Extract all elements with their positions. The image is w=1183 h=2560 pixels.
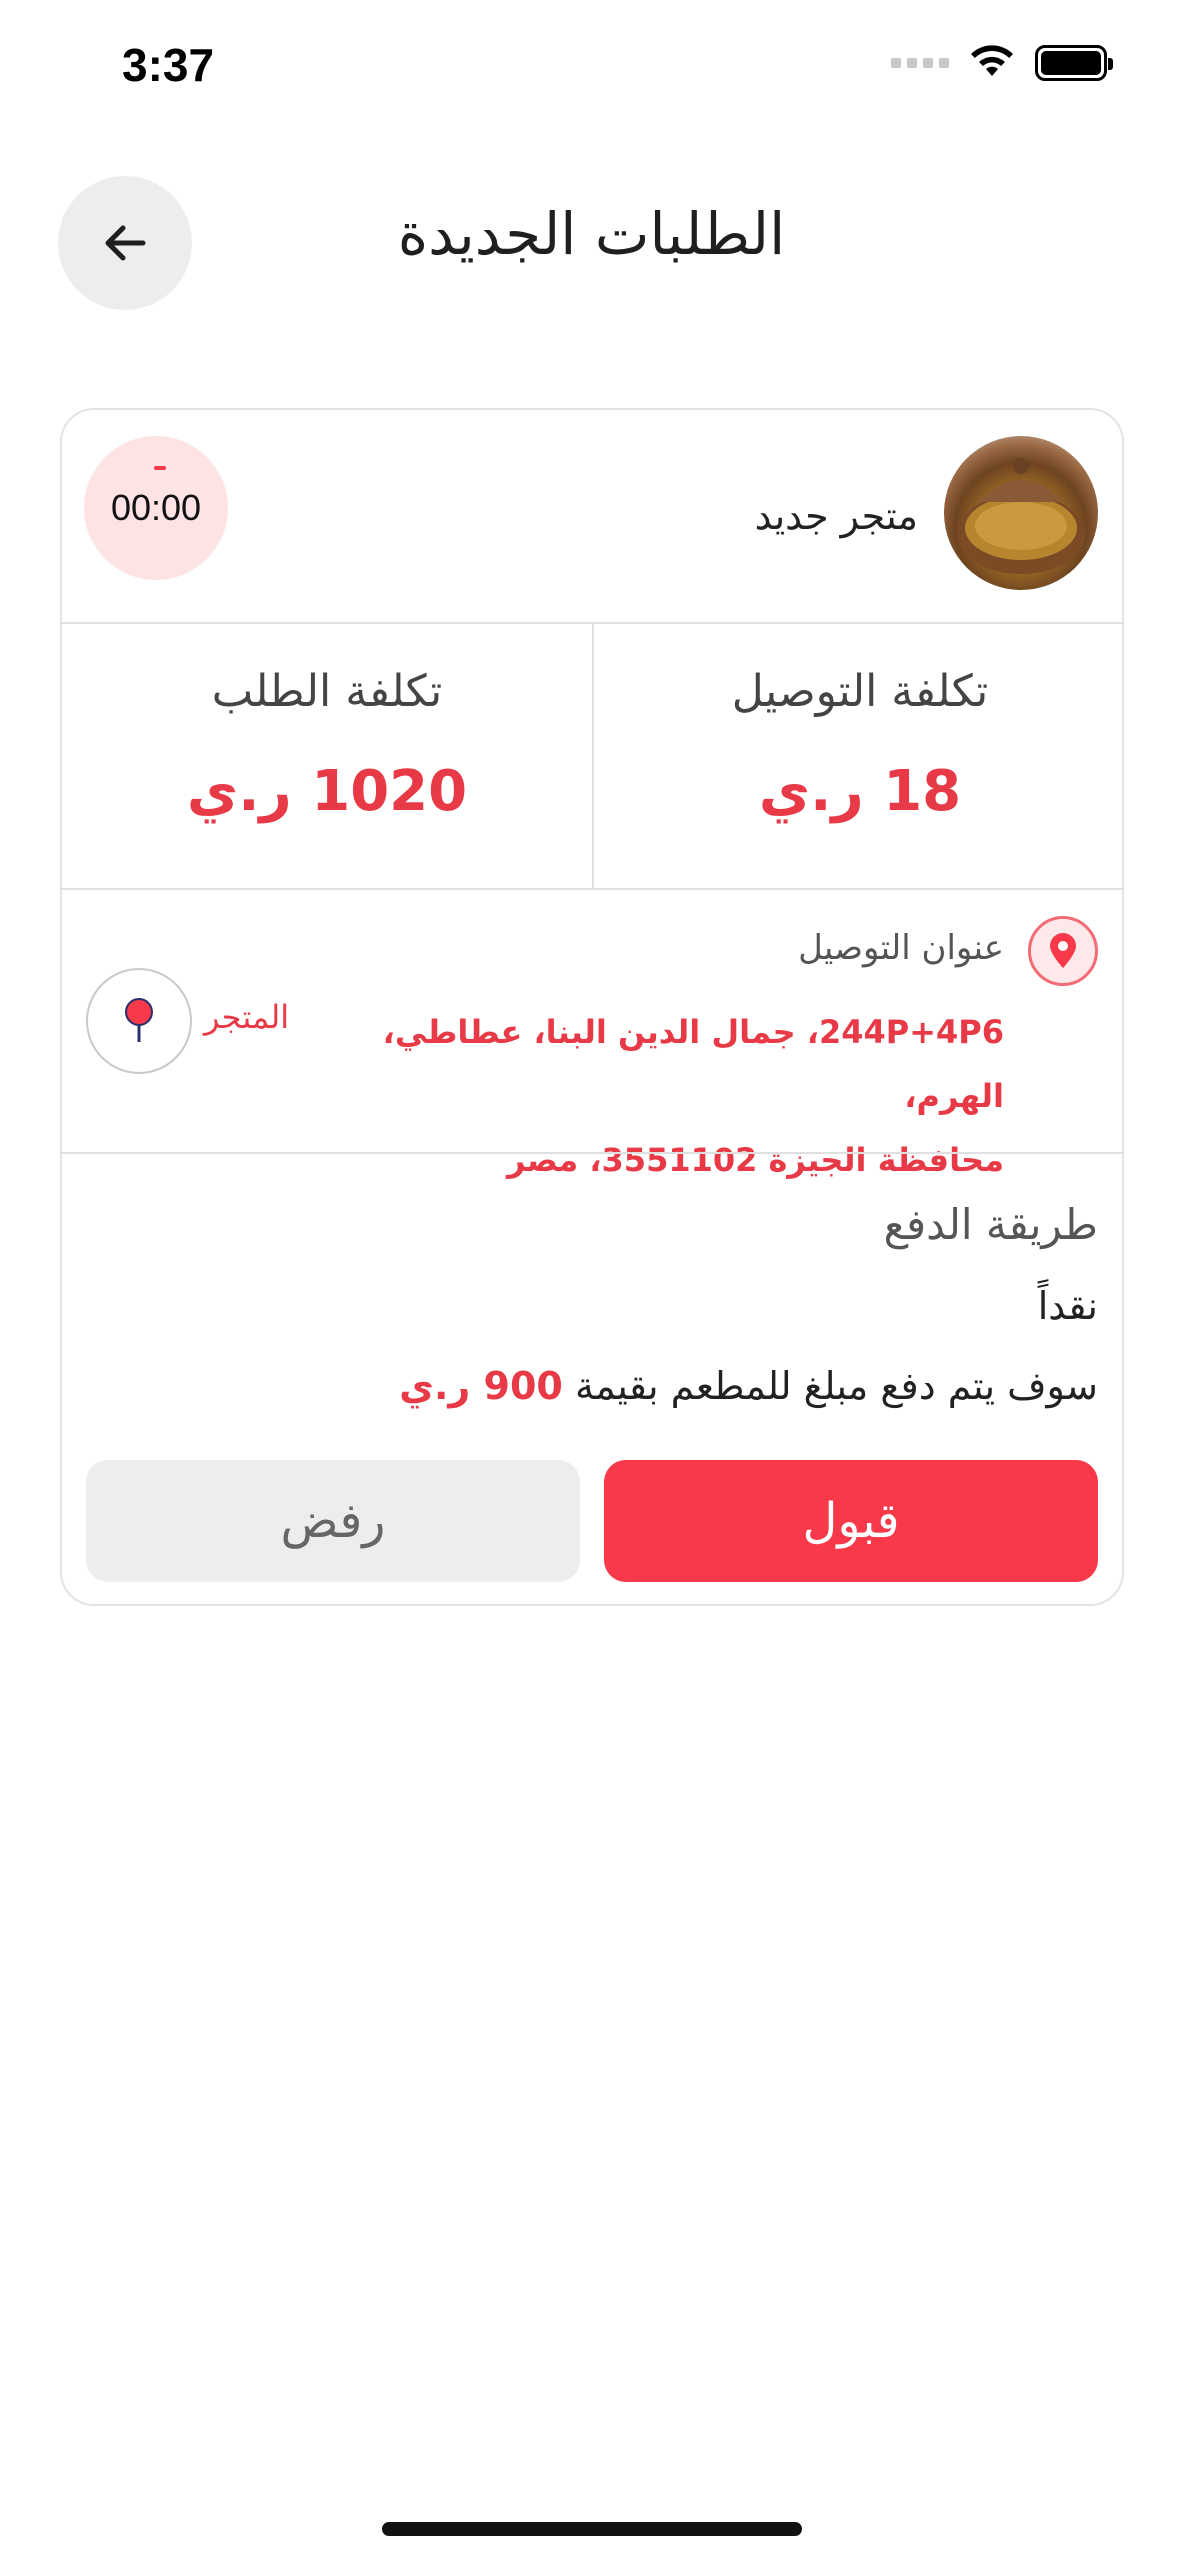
payment-method-title: طريقة الدفع [883,1200,1098,1249]
order-cost-value: 1020 ر.ي [186,759,468,824]
payment-method-value: نقداً [1037,1284,1098,1328]
wifi-icon [967,42,1017,84]
timer-value: 00:00 [110,487,202,528]
delivery-cost-cell: تكلفة التوصيل 18 ر.ي [594,624,1122,888]
order-cost-cell: تكلفة الطلب 1020 ر.ي [62,624,592,888]
order-cost-label: تكلفة الطلب [211,666,443,717]
delivery-cost-label: تكلفة التوصيل [731,666,989,717]
costs-row: تكلفة التوصيل 18 ر.ي تكلفة الطلب 1020 ر.… [62,624,1122,888]
back-button[interactable] [58,176,192,310]
delivery-cost-value: 18 ر.ي [758,759,962,824]
payment-note-amount: 900 ر.ي [399,1364,563,1408]
location-pin-icon [1028,916,1098,986]
store-row: متجر جديد 00:00 [62,410,1122,622]
delivery-address-label: عنوان التوصيل [798,928,1004,968]
arrow-left-icon [105,225,146,261]
store-location-label: المتجر [204,998,290,1036]
payment-note-text: سوف يتم دفع مبلغ للمطعم بقيمة [574,1364,1098,1408]
home-indicator[interactable] [382,2522,802,2536]
page-title: الطلبات الجديدة [397,200,786,268]
map-marker-icon [125,998,153,1042]
store-name: متجر جديد [754,494,918,538]
order-card: متجر جديد 00:00 تكلفة التوصيل 18 ر.ي تكل… [60,408,1124,1606]
reject-button[interactable]: رفض [86,1460,580,1582]
address-line-1: 244P+4P6، جمال الدين البنا، عطاطي، الهرم… [382,1013,1004,1115]
countdown-timer: 00:00 [84,436,228,580]
cellular-signal-icon [891,58,949,68]
store-location-button[interactable] [86,968,192,1074]
battery-icon [1035,45,1113,81]
timer-progress-mark [154,466,166,470]
status-icons [891,42,1113,84]
address-row: عنوان التوصيل 244P+4P6، جمال الدين البنا… [62,890,1122,1179]
accept-button[interactable]: قبول [604,1460,1098,1582]
vertical-divider [592,624,594,888]
screen: 3:37 الطلبات الجديدة متجر جديد 00:00 تكل… [0,0,1183,2560]
store-image [944,436,1098,590]
payment-row: طريقة الدفع نقداً سوف يتم دفع مبلغ للمطع… [62,1154,1122,1604]
payment-note: سوف يتم دفع مبلغ للمطعم بقيمة 900 ر.ي [399,1364,1098,1408]
status-time: 3:37 [122,39,215,91]
